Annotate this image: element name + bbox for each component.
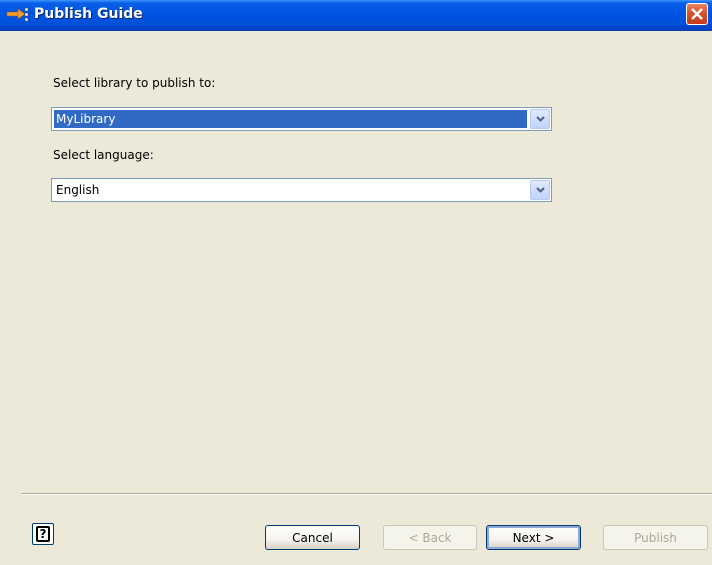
- language-label: Select language:: [53, 148, 154, 162]
- library-select[interactable]: MyLibrary: [51, 107, 552, 131]
- publish-arrow-icon: [6, 6, 30, 24]
- language-select-value: English: [56, 183, 100, 197]
- back-button[interactable]: < Back: [383, 525, 477, 550]
- library-label: Select library to publish to:: [53, 76, 216, 90]
- library-dropdown-button[interactable]: [530, 109, 550, 129]
- library-select-value: MyLibrary: [54, 110, 527, 128]
- help-button[interactable]: ?: [32, 523, 54, 545]
- publish-button[interactable]: Publish: [603, 525, 708, 550]
- close-button[interactable]: [686, 3, 708, 25]
- language-select[interactable]: English: [51, 178, 552, 202]
- help-icon: ?: [36, 526, 50, 542]
- close-icon: [691, 8, 703, 20]
- chevron-down-icon: [536, 187, 545, 193]
- footer-separator: [22, 493, 712, 495]
- chevron-down-icon: [536, 116, 545, 122]
- window-title: Publish Guide: [34, 6, 143, 22]
- title-bar[interactable]: Publish Guide: [0, 0, 712, 31]
- language-dropdown-button[interactable]: [530, 180, 550, 200]
- cancel-button[interactable]: Cancel: [265, 525, 360, 550]
- next-button[interactable]: Next >: [486, 525, 581, 550]
